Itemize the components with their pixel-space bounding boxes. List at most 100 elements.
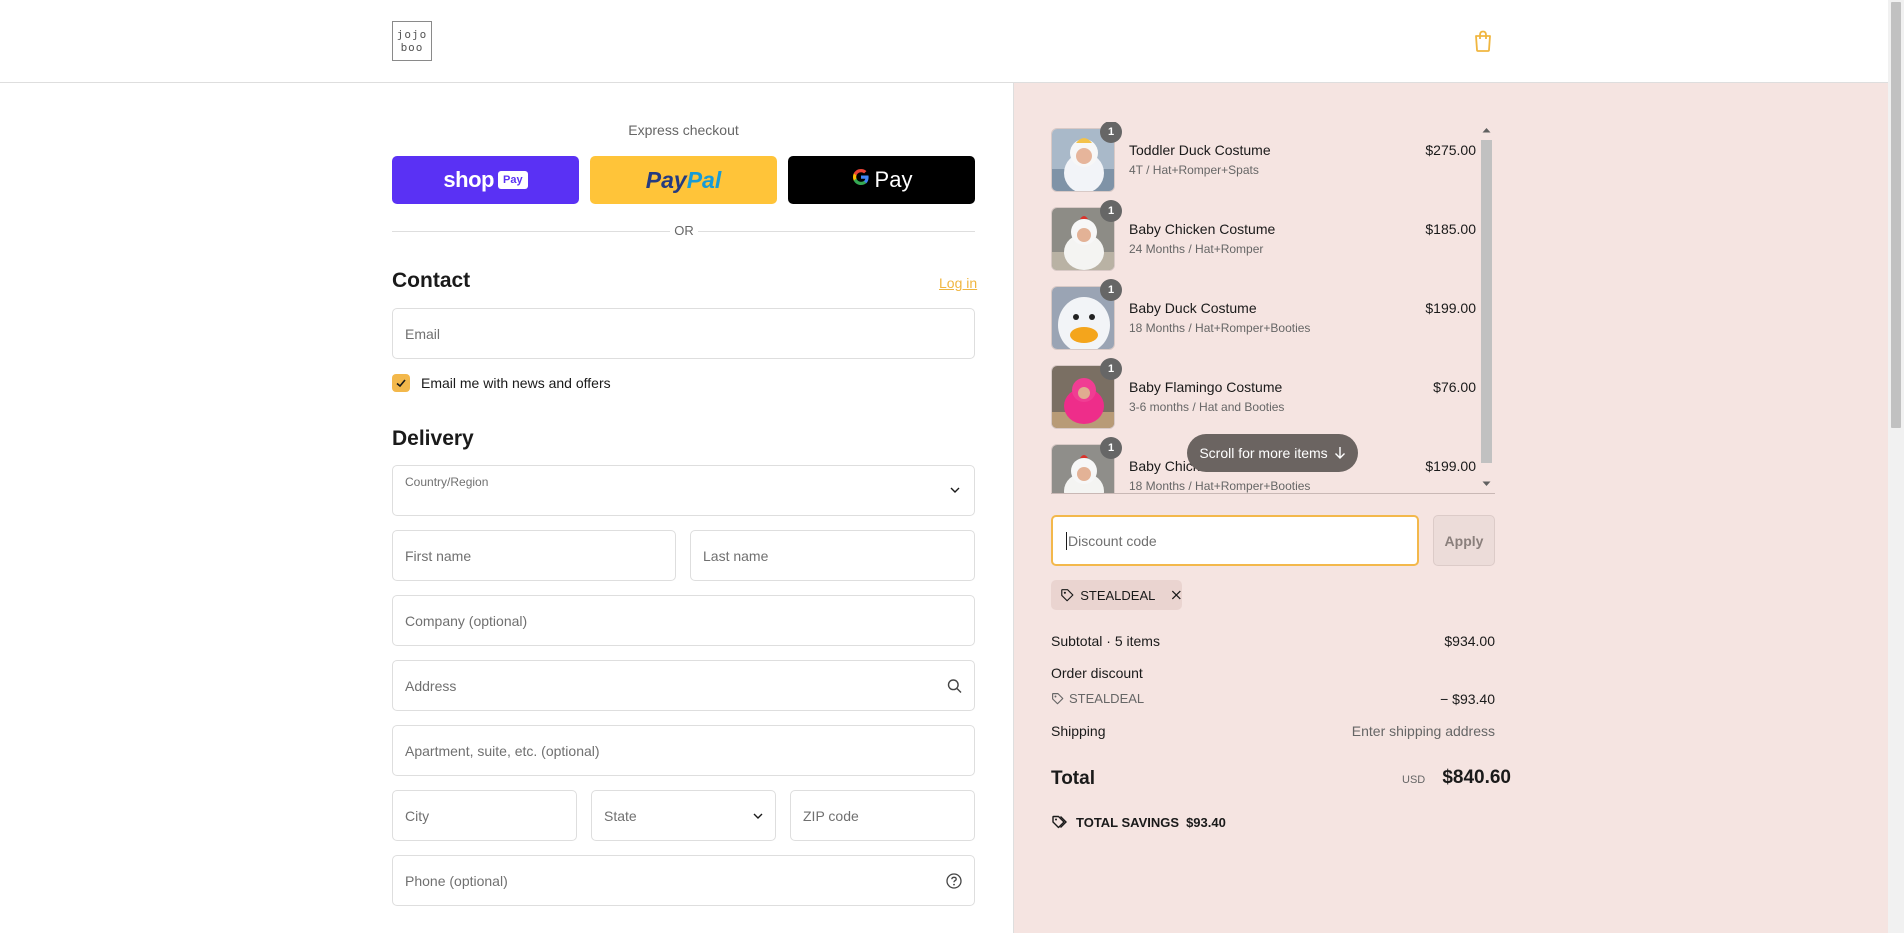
cart-items-scrollbar-thumb[interactable] [1481, 140, 1492, 463]
arrow-down-icon [1334, 447, 1345, 459]
shipping-row: Shipping Enter shipping address [1051, 723, 1495, 739]
cart-item: 1 Toddler Duck Costume 4T / Hat+Romper+S… [1051, 122, 1476, 192]
total-value: $840.60 [1442, 767, 1511, 788]
total-savings-value: $93.40 [1186, 814, 1226, 830]
discount-value: − $93.40 [1440, 691, 1495, 707]
item-variant: 18 Months / Hat+Romper+Booties [1129, 321, 1311, 335]
scroll-up-arrow-icon[interactable] [1482, 127, 1491, 133]
item-name: Toddler Duck Costume [1129, 142, 1271, 158]
logo-text-top: jojo [396, 28, 428, 41]
discount-code-placeholder: Discount code [1068, 532, 1157, 549]
check-icon [396, 379, 406, 388]
quantity-badge: 1 [1100, 122, 1122, 143]
item-price: $199.00 [1425, 458, 1476, 474]
login-link[interactable]: Log in [939, 275, 977, 291]
cart-item: 1 Baby Duck Costume 18 Months / Hat+Romp… [1051, 279, 1476, 350]
help-circle-icon[interactable] [946, 872, 962, 889]
zip-placeholder: ZIP code [803, 807, 859, 824]
discount-code-row: STEALDEAL − $93.40 [1051, 691, 1495, 708]
page-scrollbar-thumb[interactable] [1891, 2, 1901, 428]
subtotal-value: $934.00 [1444, 633, 1495, 649]
item-price: $76.00 [1433, 379, 1476, 395]
newsletter-label: Email me with news and offers [421, 375, 611, 391]
search-icon [947, 678, 962, 693]
item-variant: 18 Months / Hat+Romper+Booties [1129, 479, 1311, 493]
phone-placeholder: Phone (optional) [405, 872, 508, 889]
cart-item: 1 Baby Flamingo Costume 3-6 months / Hat… [1051, 358, 1476, 429]
quantity-badge: 1 [1100, 358, 1122, 380]
country-select[interactable]: Country/Region [392, 465, 975, 516]
subtotal-row: Subtotal · 5 items $934.00 [1051, 633, 1495, 649]
page-scrollbar[interactable] [1888, 0, 1904, 933]
shipping-value: Enter shipping address [1351, 723, 1495, 739]
express-checkout-label: Express checkout [628, 122, 739, 138]
chevron-down-icon [950, 487, 960, 493]
newsletter-checkbox[interactable] [392, 374, 410, 392]
phone-field[interactable]: Phone (optional) [392, 855, 975, 906]
apartment-field[interactable]: Apartment, suite, etc. (optional) [392, 725, 975, 776]
item-price: $199.00 [1425, 300, 1476, 316]
state-placeholder: State [604, 807, 637, 824]
order-discount-label: Order discount [1051, 665, 1143, 681]
quantity-badge: 1 [1100, 200, 1122, 222]
apartment-placeholder: Apartment, suite, etc. (optional) [405, 742, 600, 759]
shopping-bag-icon[interactable] [1472, 29, 1494, 53]
applied-discount-code: STEALDEAL [1080, 587, 1156, 603]
email-placeholder: Email [405, 325, 441, 342]
discount-code-input[interactable]: Discount code [1051, 515, 1419, 566]
paypal-text-pal: Pal [686, 166, 722, 193]
cart-item: 1 Baby Chicken Costume 24 Months / Hat+R… [1051, 200, 1476, 271]
zip-field[interactable]: ZIP code [790, 790, 975, 841]
tag-icon [1052, 693, 1064, 705]
address-placeholder: Address [405, 677, 457, 694]
delivery-title: Delivery [392, 427, 474, 450]
item-price: $185.00 [1425, 221, 1476, 237]
applied-discount-chip: STEALDEAL [1051, 580, 1182, 610]
email-field[interactable]: Email [392, 308, 975, 359]
store-logo[interactable]: jojo boo [392, 21, 432, 61]
contact-title: Contact [392, 269, 471, 292]
summary-discount-code: STEALDEAL [1069, 691, 1145, 706]
chevron-down-icon [753, 813, 763, 819]
quantity-badge: 1 [1100, 279, 1122, 301]
last-name-placeholder: Last name [703, 547, 769, 564]
shop-pay-pill: Pay [497, 171, 528, 189]
google-pay-text: Pay [874, 167, 913, 192]
first-name-placeholder: First name [405, 547, 472, 564]
or-text: OR [670, 223, 698, 238]
apply-discount-button[interactable]: Apply [1433, 515, 1495, 566]
shop-pay-button[interactable]: shop Pay [392, 156, 579, 204]
last-name-field[interactable]: Last name [690, 530, 975, 581]
order-discount-row: Order discount [1051, 665, 1495, 681]
total-currency: USD [1402, 774, 1426, 786]
google-g-icon [851, 167, 871, 193]
shipping-label: Shipping [1051, 723, 1106, 739]
item-name: Baby Flamingo Costume [1129, 379, 1283, 395]
country-label: Country/Region [405, 475, 489, 489]
item-variant: 24 Months / Hat+Romper [1129, 242, 1264, 256]
scroll-for-more-label: Scroll for more items [1199, 445, 1328, 461]
total-savings-label: TOTAL SAVINGS [1076, 814, 1180, 830]
paypal-text-pay: Pay [645, 166, 687, 193]
subtotal-label: Subtotal · 5 items [1051, 633, 1160, 649]
cart-items-scrollbar[interactable] [1479, 124, 1494, 492]
logo-text-bottom: boo [400, 41, 424, 54]
first-name-field[interactable]: First name [392, 530, 676, 581]
quantity-badge: 1 [1100, 437, 1122, 459]
close-icon[interactable] [1171, 589, 1182, 601]
state-select[interactable]: State [591, 790, 776, 841]
city-placeholder: City [405, 807, 430, 824]
paypal-button[interactable]: Pay Pal [590, 156, 777, 204]
scroll-down-arrow-icon[interactable] [1482, 481, 1491, 487]
address-field[interactable]: Address [392, 660, 975, 711]
total-savings: TOTAL SAVINGS $93.40 [1051, 814, 1226, 830]
company-field[interactable]: Company (optional) [392, 595, 975, 646]
google-pay-button[interactable]: Pay [788, 156, 975, 204]
scroll-for-more-button[interactable]: Scroll for more items [1187, 434, 1358, 472]
header: jojo boo [0, 0, 1888, 83]
item-name: Baby Duck Costume [1129, 300, 1257, 316]
tag-icon [1061, 589, 1074, 602]
tags-icon [1052, 815, 1067, 829]
item-price: $275.00 [1425, 142, 1476, 158]
city-field[interactable]: City [392, 790, 577, 841]
